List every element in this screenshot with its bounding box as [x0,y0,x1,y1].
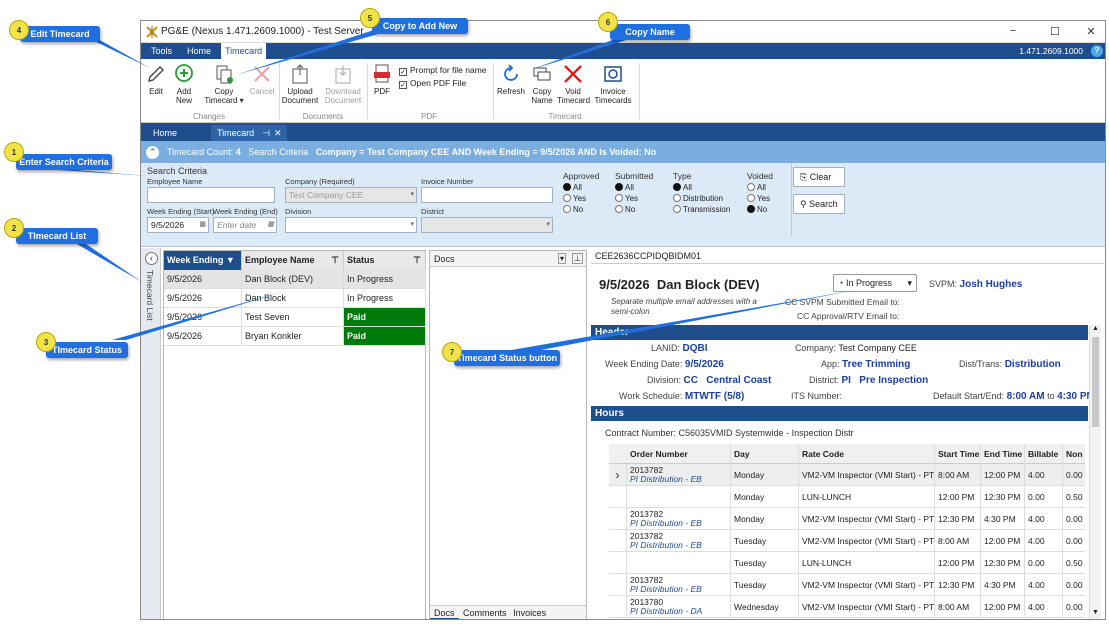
callout-label: Edit Timecard [20,26,100,42]
callout-label: TImecard List [16,228,98,244]
callout-label: Copy Name [610,24,690,40]
callout-label: Copy to Add New [372,18,468,34]
callout-number-badge: 1 [4,142,24,162]
callout-pointers [58,28,856,354]
callout-number-badge: 7 [442,342,462,362]
callout-number-badge: 6 [598,12,618,32]
callout-label: Enter Search Criteria [16,154,112,170]
callout-number-badge: 2 [4,218,24,238]
callout-number-badge: 4 [9,20,29,40]
callout-label: Timecard Status button [454,350,560,366]
callout-label: TImecard Status [46,342,128,358]
callout-number-badge: 3 [36,332,56,352]
callout-number-badge: 5 [360,8,380,28]
